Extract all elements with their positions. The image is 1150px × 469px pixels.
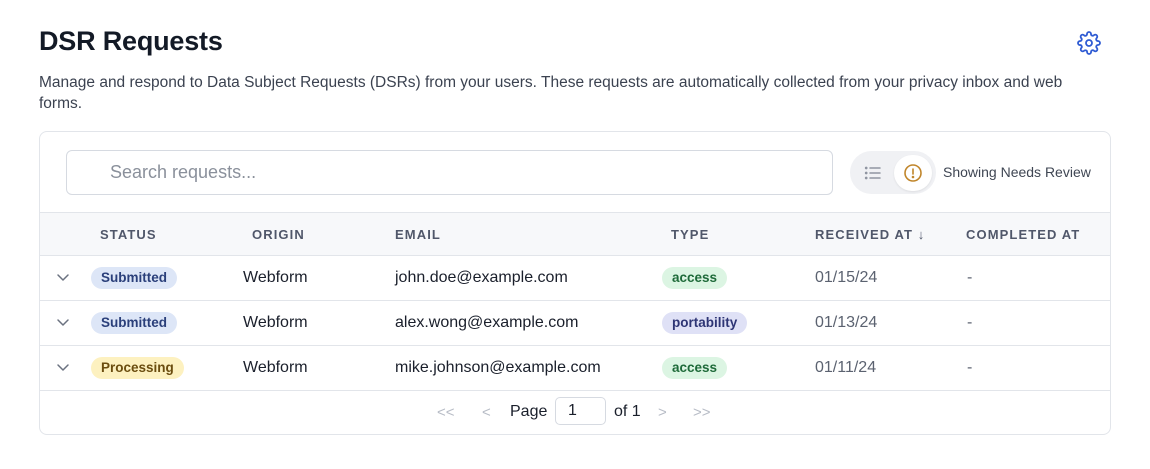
pagination: << < Page of 1 > >>: [40, 391, 1110, 434]
column-header-received-at-label: RECEIVED AT: [815, 227, 914, 242]
table-row[interactable]: Submitted Webform john.doe@example.com a…: [40, 256, 1110, 301]
completed-at-cell: -: [967, 269, 973, 286]
completed-at-cell: -: [967, 314, 973, 331]
type-badge: portability: [662, 312, 748, 334]
table-row[interactable]: Submitted Webform alex.wong@example.com …: [40, 301, 1110, 346]
chevron-down-icon: [57, 274, 69, 281]
expand-row-button[interactable]: [54, 313, 72, 331]
email-cell: john.doe@example.com: [395, 269, 568, 286]
last-page-button[interactable]: >>: [693, 404, 711, 421]
list-icon: [864, 166, 881, 179]
filter-status-label: Showing Needs Review: [943, 164, 1091, 180]
email-cell: mike.johnson@example.com: [395, 359, 601, 376]
column-header-origin[interactable]: ORIGIN: [252, 227, 305, 242]
completed-at-cell: -: [967, 359, 973, 376]
received-at-cell: 01/15/24: [815, 269, 878, 286]
origin-cell: Webform: [243, 314, 308, 331]
alert-circle-icon: [904, 163, 922, 182]
email-cell: alex.wong@example.com: [395, 314, 579, 331]
column-header-received-at[interactable]: RECEIVED AT ↓: [815, 227, 925, 242]
origin-cell: Webform: [243, 269, 308, 286]
gear-icon: [1077, 31, 1101, 55]
chevron-down-icon: [57, 364, 69, 371]
received-at-cell: 01/13/24: [815, 314, 878, 331]
first-page-button[interactable]: <<: [437, 404, 455, 421]
type-badge: access: [662, 357, 728, 379]
column-header-status[interactable]: STATUS: [100, 227, 157, 242]
received-at-cell: 01/11/24: [815, 359, 877, 376]
search-field[interactable]: [66, 150, 833, 195]
needs-review-toggle[interactable]: [894, 154, 932, 191]
page-title: DSR Requests: [39, 26, 223, 56]
expand-row-button[interactable]: [54, 358, 72, 376]
origin-cell: Webform: [243, 359, 308, 376]
type-badge: access: [662, 267, 728, 289]
page-description: Manage and respond to Data Subject Reque…: [39, 74, 1063, 112]
view-toggle: [850, 151, 936, 194]
previous-page-button[interactable]: <: [482, 404, 491, 421]
settings-button[interactable]: [1075, 29, 1103, 57]
page-label: Page: [510, 403, 548, 420]
column-header-email[interactable]: EMAIL: [395, 227, 441, 242]
column-header-type[interactable]: TYPE: [671, 227, 709, 242]
expand-row-button[interactable]: [54, 268, 72, 286]
requests-card: Showing Needs Review STATUS ORIGIN EMAIL…: [39, 131, 1111, 435]
table-header: STATUS ORIGIN EMAIL TYPE RECEIVED AT ↓ C…: [40, 212, 1110, 256]
chevron-down-icon: [57, 319, 69, 326]
status-badge: Processing: [91, 357, 184, 379]
list-view-toggle[interactable]: [854, 155, 892, 191]
status-badge: Submitted: [91, 312, 177, 334]
table-row[interactable]: Processing Webform mike.johnson@example.…: [40, 346, 1110, 391]
page-number-input[interactable]: [555, 397, 606, 425]
search-input[interactable]: [110, 162, 832, 183]
status-badge: Submitted: [91, 267, 177, 289]
sort-arrow-icon: ↓: [917, 227, 926, 242]
next-page-button[interactable]: >: [658, 404, 667, 421]
page-count-label: of 1: [614, 403, 641, 420]
column-header-completed-at[interactable]: COMPLETED AT: [966, 227, 1080, 242]
